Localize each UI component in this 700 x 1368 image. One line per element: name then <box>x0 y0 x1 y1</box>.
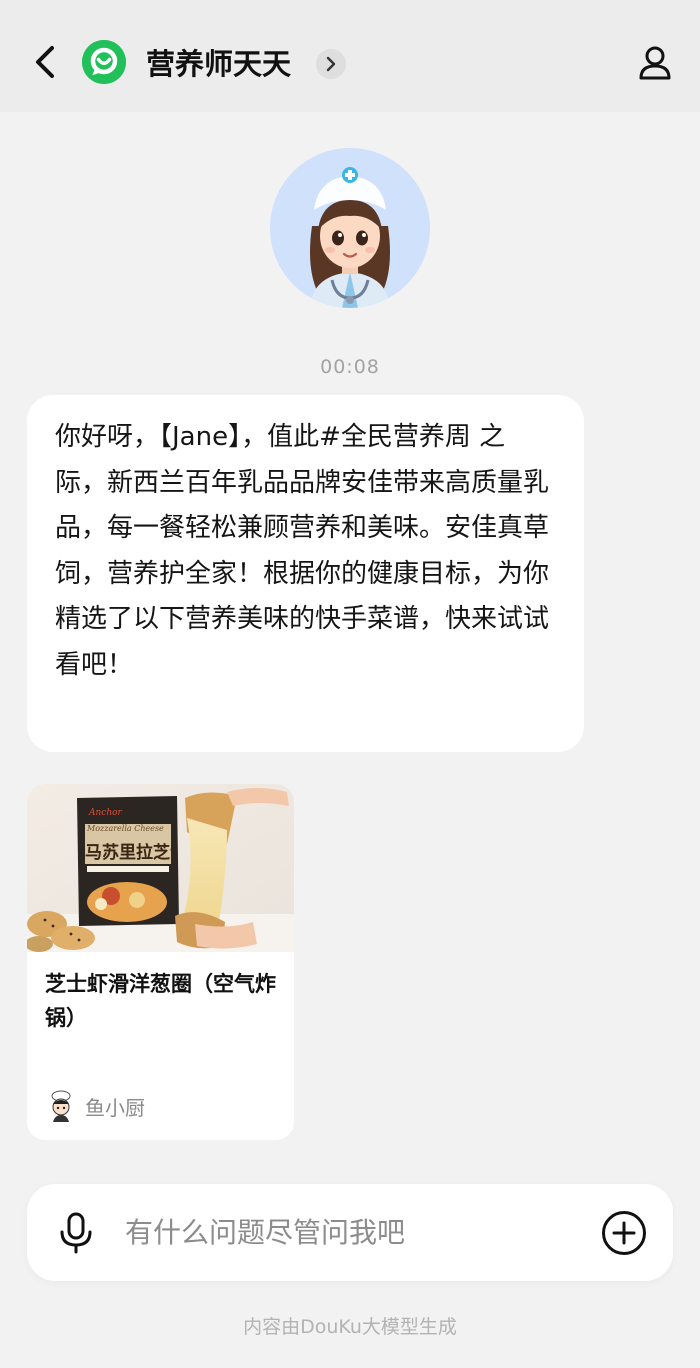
chat-bot-logo-icon[interactable] <box>82 40 126 84</box>
recipe-card[interactable]: Anchor Mozzarella Cheese 马苏里拉芝士 芝士虾滑洋葱圈（… <box>27 784 294 1140</box>
user-profile-icon[interactable] <box>636 44 674 82</box>
package-brand: Anchor <box>89 808 122 818</box>
cheese-pastry-photo: Anchor Mozzarella Cheese 马苏里拉芝士 <box>27 784 294 952</box>
chevron-right-icon[interactable] <box>316 49 346 79</box>
back-arrow-icon[interactable] <box>28 42 64 82</box>
chat-input-bar <box>27 1184 673 1281</box>
recipe-title: 芝士虾滑洋葱圈（空气炸锅） <box>45 972 276 1030</box>
microphone-icon[interactable] <box>57 1212 95 1254</box>
ai-disclaimer: 内容由DouKu大模型生成 <box>243 1316 457 1338</box>
plus-circle-icon[interactable] <box>601 1210 647 1256</box>
message-timestamp: 00:08 <box>320 356 380 378</box>
author-name: 鱼小厨 <box>85 1096 145 1120</box>
package-title-en: Mozzarella Cheese <box>87 824 164 833</box>
message-input[interactable] <box>125 1210 585 1254</box>
top-navigation-bar: 营养师天天 <box>0 0 700 112</box>
author-avatar <box>47 1090 75 1122</box>
nurse-avatar <box>270 148 430 308</box>
package-title-cn: 马苏里拉芝士 <box>85 843 173 863</box>
chat-title[interactable]: 营养师天天 <box>146 42 291 86</box>
bot-message-bubble: 你好呀，【Jane】，值此#全民营养周 之际，新西兰百年乳品品牌安佳带来高质量乳… <box>27 395 584 752</box>
